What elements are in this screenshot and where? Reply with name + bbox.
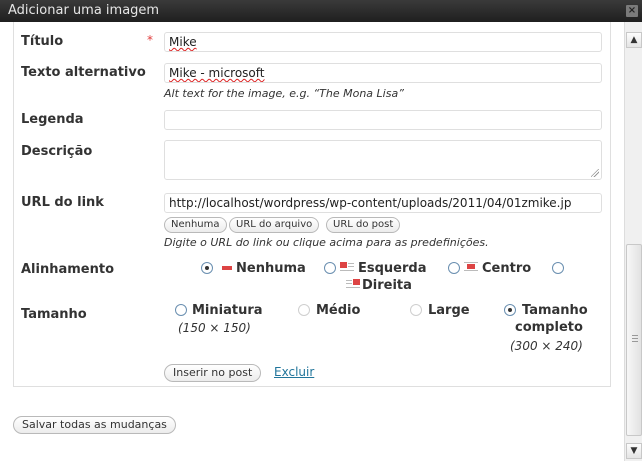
size-large-radio (410, 304, 422, 316)
required-mark: * (147, 33, 153, 47)
align-center-icon (464, 262, 478, 272)
align-none-label[interactable]: Nenhuma (236, 261, 306, 276)
size-medium-radio (298, 304, 310, 316)
align-left-icon (340, 262, 354, 272)
title-value: Mike (169, 35, 197, 49)
size-thumbnail-radio[interactable] (175, 304, 187, 316)
caption-input[interactable] (164, 110, 602, 130)
alt-text-value: Mike - microsoft (169, 66, 265, 80)
align-none-radio[interactable] (201, 262, 213, 274)
resize-grip-icon[interactable] (591, 169, 599, 177)
size-full-label-line1[interactable]: Tamanho (522, 303, 588, 318)
link-url-help: Digite o URL do link ou clique acima par… (164, 236, 489, 249)
size-medium-label: Médio (316, 303, 361, 318)
alt-text-label: Texto alternativo (21, 65, 146, 80)
align-right-radio[interactable] (552, 262, 564, 274)
link-none-button[interactable]: Nenhuma (164, 217, 227, 233)
dialog-title: Adicionar uma imagem (8, 3, 160, 18)
scroll-down-icon[interactable]: ▼ (626, 443, 642, 459)
size-label: Tamanho (21, 307, 87, 322)
size-full-radio[interactable] (504, 304, 516, 316)
caption-label: Legenda (21, 112, 84, 127)
align-none-icon (220, 263, 234, 273)
alt-text-input[interactable]: Mike - microsoft (164, 63, 602, 83)
description-label: Descrição (21, 144, 93, 159)
delete-link[interactable]: Excluir (274, 365, 314, 379)
alt-text-help: Alt text for the image, e.g. “The Mona L… (164, 87, 404, 100)
align-center-radio[interactable] (448, 262, 460, 274)
size-full-dimensions: (300 × 240) (510, 339, 583, 353)
link-url-label: URL do link (21, 195, 104, 210)
size-large-label: Large (428, 303, 470, 318)
align-center-label[interactable]: Centro (482, 261, 531, 276)
description-textarea[interactable] (164, 140, 602, 180)
image-details-panel: Título * Mike Texto alternativo Mike - m… (13, 22, 611, 387)
save-all-changes-button[interactable]: Salvar todas as mudanças (13, 416, 176, 434)
vertical-scrollbar[interactable]: ▲ ▼ (624, 22, 642, 461)
alignment-label: Alinhamento (21, 262, 115, 277)
close-icon[interactable]: × (626, 5, 638, 17)
size-thumbnail-label[interactable]: Miniatura (192, 303, 263, 318)
insert-into-post-button[interactable]: Inserir no post (164, 364, 262, 382)
dialog-body: Título * Mike Texto alternativo Mike - m… (0, 22, 624, 461)
size-thumbnail-dimensions: (150 × 150) (178, 321, 251, 335)
align-left-label[interactable]: Esquerda (358, 261, 427, 276)
title-input[interactable]: Mike (164, 32, 602, 52)
link-post-url-button[interactable]: URL do post (326, 217, 401, 233)
align-right-icon (346, 279, 360, 289)
align-left-radio[interactable] (324, 262, 336, 274)
scroll-up-icon[interactable]: ▲ (626, 32, 642, 48)
link-url-value: http://localhost/wordpress/wp-content/up… (169, 196, 572, 210)
align-right-label[interactable]: Direita (362, 278, 412, 293)
size-full-label-line2[interactable]: completo (515, 320, 583, 335)
link-url-input[interactable]: http://localhost/wordpress/wp-content/up… (164, 193, 602, 213)
link-file-url-button[interactable]: URL do arquivo (229, 217, 320, 233)
scrollbar-thumb[interactable] (626, 244, 642, 436)
dialog-titlebar: Adicionar uma imagem × (0, 0, 642, 22)
title-label: Título (21, 34, 64, 49)
